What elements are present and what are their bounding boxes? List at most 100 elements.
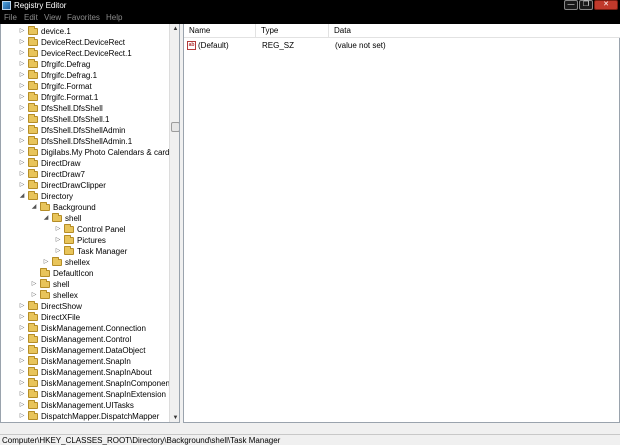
tree-node[interactable]: ▷ DiskManagement.SnapInComponent: [1, 378, 173, 389]
tree-node[interactable]: ▷ DiskManagement.DataObject: [1, 345, 169, 356]
expand-arrow-icon[interactable]: ▷: [19, 160, 25, 167]
tree-node[interactable]: ▷ DiskManagement.Control: [1, 334, 169, 345]
tree-node[interactable]: ▷ device.1: [1, 26, 169, 37]
tree-node[interactable]: ▷ shellex: [1, 290, 169, 301]
column-header-name[interactable]: Name: [184, 24, 256, 38]
column-header-type[interactable]: Type: [256, 24, 329, 38]
maximize-button[interactable]: ❐: [579, 0, 593, 10]
expand-arrow-icon[interactable]: ▷: [19, 369, 25, 376]
folder-icon: [28, 389, 38, 398]
folder-icon: [28, 37, 38, 46]
registry-key-tree[interactable]: ▷ DispatchMapper.DispatchMapper ▷ DiskManag…: [0, 24, 180, 423]
tree-node-label: DirectXFile: [41, 313, 81, 322]
scroll-down-arrow-icon[interactable]: ▼: [170, 413, 179, 422]
expand-arrow-icon[interactable]: ▷: [19, 83, 25, 90]
expand-arrow-icon[interactable]: ▷: [19, 347, 25, 354]
tree-node[interactable]: ▷ DeviceRect.DeviceRect.1: [1, 48, 169, 59]
tree-node[interactable]: ▷ DeviceRect.DeviceRect: [1, 37, 169, 48]
folder-icon: [40, 279, 50, 288]
expand-arrow-icon[interactable]: ▷: [19, 325, 25, 332]
minimize-button[interactable]: —: [564, 0, 578, 10]
tree-node[interactable]: ▷ DiskManagement.Connection: [1, 323, 169, 334]
expand-arrow-icon[interactable]: ▷: [19, 391, 25, 398]
expand-arrow-icon[interactable]: ▷: [19, 149, 25, 156]
expand-arrow-icon[interactable]: ▷: [19, 39, 25, 46]
tree-node[interactable]: ▷ DispatchMapper.DispatchMapper: [1, 411, 169, 422]
tree-node[interactable]: ▷ DfsShell.DfsShellAdmin.1: [1, 136, 169, 147]
expand-arrow-icon[interactable]: ▷: [19, 171, 25, 178]
registry-values-list[interactable]: Name Type Data ab (Default) REG_SZ (valu…: [183, 24, 620, 423]
expand-arrow-icon[interactable]: ▷: [19, 116, 25, 123]
tree-scrollbar[interactable]: ▲ ▼: [169, 24, 179, 422]
expand-arrow-icon[interactable]: ▷: [19, 402, 25, 409]
menu-view[interactable]: View: [44, 13, 61, 23]
menu-help[interactable]: Help: [106, 13, 122, 23]
tree-node[interactable]: ▷ Dfrgifc.Defrag.1: [1, 70, 169, 81]
expand-arrow-icon[interactable]: ▷: [19, 127, 25, 134]
expand-arrow-icon[interactable]: ▷: [31, 292, 37, 299]
tree-node[interactable]: ▷ Dfrgifc.Format.1: [1, 92, 169, 103]
tree-node[interactable]: ▷ DirectDraw: [1, 158, 169, 169]
tree-node[interactable]: ▷ Dfrgifc.Format: [1, 81, 169, 92]
tree-node[interactable]: ▷ Dfrgifc.Defrag: [1, 59, 169, 70]
menu-file[interactable]: File: [4, 13, 17, 23]
tree-node-label: DiskManagement.SnapInExtension: [41, 390, 166, 399]
tree-node[interactable]: ▷ shellex: [1, 257, 169, 268]
expand-arrow-icon[interactable]: ▷: [31, 281, 37, 288]
expand-arrow-icon[interactable]: ▷: [19, 61, 25, 68]
scroll-up-arrow-icon[interactable]: ▲: [170, 24, 179, 34]
tree-node[interactable]: ▷ Pictures: [1, 235, 169, 246]
tree-node-label: Dfrgifc.Format.1: [41, 93, 99, 102]
tree-node[interactable]: ▷ DirectShow: [1, 301, 169, 312]
folder-icon: [28, 345, 38, 354]
scroll-thumb[interactable]: [171, 122, 179, 132]
tree-node[interactable]: ▷ DfsShell.DfsShellAdmin: [1, 125, 169, 136]
expand-arrow-icon[interactable]: ▷: [19, 138, 25, 145]
tree-node[interactable]: ◢ Directory: [1, 191, 169, 202]
menu-favorites[interactable]: Favorites: [67, 13, 100, 23]
tree-node[interactable]: ◢ Background: [1, 202, 169, 213]
tree-node[interactable]: ▷ Digilabs.My Photo Calendars & cards: [1, 147, 174, 158]
tree-node[interactable]: ▷ shell: [1, 279, 169, 290]
expand-arrow-icon[interactable]: ▷: [19, 50, 25, 57]
tree-node[interactable]: ▷ DirectXFile: [1, 312, 169, 323]
expand-arrow-icon[interactable]: ◢: [43, 215, 49, 222]
expand-arrow-icon[interactable]: ▷: [19, 105, 25, 112]
tree-node[interactable]: ▷ DiskManagement.UITasks: [1, 400, 169, 411]
tree-node[interactable]: ▷ Task Manager: [1, 246, 169, 257]
tree-node[interactable]: ◢ shell: [1, 213, 169, 224]
tree-node[interactable]: DefaultIcon: [1, 268, 169, 279]
expand-arrow-icon[interactable]: ▷: [19, 28, 25, 35]
tree-node-label: Digilabs.My Photo Calendars & cards: [41, 148, 174, 157]
expand-arrow-icon[interactable]: ▷: [55, 237, 61, 244]
expand-arrow-icon[interactable]: ▷: [19, 358, 25, 365]
tree-node-label: DiskManagement.SnapInComponent: [41, 379, 173, 388]
tree-node[interactable]: ▷ Control Panel: [1, 224, 169, 235]
close-button[interactable]: ✕: [594, 0, 618, 10]
tree-node[interactable]: ▷ DfsShell.DfsShell.1: [1, 114, 169, 125]
tree-node[interactable]: ▷ DirectDrawClipper: [1, 180, 169, 191]
menu-edit[interactable]: Edit: [24, 13, 38, 23]
expand-arrow-icon[interactable]: ▷: [55, 226, 61, 233]
expand-arrow-icon[interactable]: ▷: [19, 413, 25, 420]
tree-node[interactable]: ▷ DiskManagement.SnapInAbout: [1, 367, 169, 378]
expand-arrow-icon[interactable]: ▷: [19, 303, 25, 310]
expand-arrow-icon[interactable]: ◢: [19, 193, 25, 200]
value-row[interactable]: ab (Default) REG_SZ (value not set): [184, 40, 620, 51]
expand-arrow-icon[interactable]: ▷: [55, 248, 61, 255]
expand-arrow-icon[interactable]: ▷: [19, 380, 25, 387]
expand-arrow-icon[interactable]: ▷: [19, 314, 25, 321]
tree-node-label: DirectDraw: [41, 159, 81, 168]
expand-arrow-icon[interactable]: ▷: [19, 182, 25, 189]
expand-arrow-icon[interactable]: ▷: [19, 72, 25, 79]
folder-icon: [28, 323, 38, 332]
expand-arrow-icon[interactable]: ▷: [43, 259, 49, 266]
tree-node[interactable]: ▷ DiskManagement.SnapInExtension: [1, 389, 169, 400]
expand-arrow-icon[interactable]: ▷: [19, 94, 25, 101]
expand-arrow-icon[interactable]: ◢: [31, 204, 37, 211]
expand-arrow-icon[interactable]: ▷: [19, 336, 25, 343]
tree-node[interactable]: ▷ DirectDraw7: [1, 169, 169, 180]
tree-node[interactable]: ▷ DfsShell.DfsShell: [1, 103, 169, 114]
column-header-data[interactable]: Data: [329, 24, 620, 38]
tree-node[interactable]: ▷ DiskManagement.SnapIn: [1, 356, 169, 367]
